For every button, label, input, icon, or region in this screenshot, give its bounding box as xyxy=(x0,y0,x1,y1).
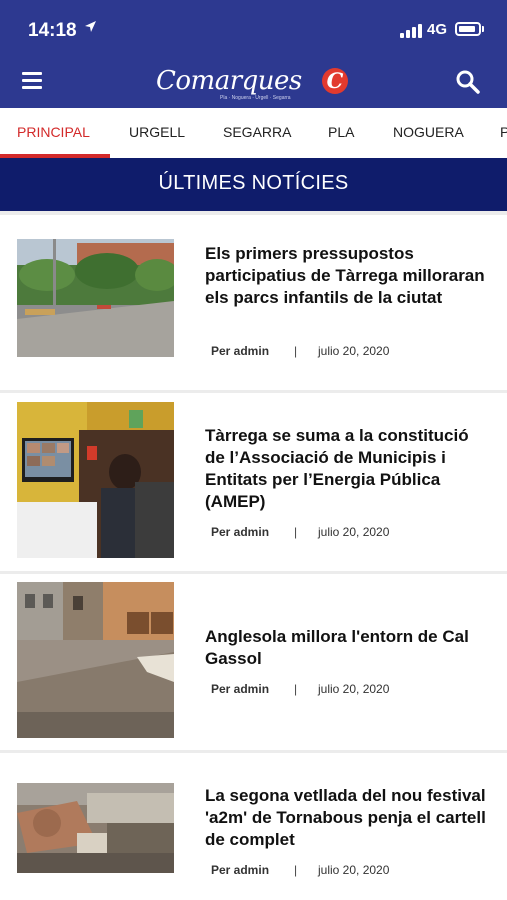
article-date: julio 20, 2020 xyxy=(318,525,390,539)
signal-bars-icon xyxy=(400,24,422,38)
article-meta: Per admin | julio 20, 2020 xyxy=(211,344,389,358)
article-card[interactable]: La segona vetllada del nou festival 'a2m… xyxy=(0,753,507,900)
status-time: 14:18 xyxy=(28,20,77,41)
tab-pla[interactable]: PLA xyxy=(328,108,354,158)
section-title: ÚLTIMES NOTÍCIES xyxy=(0,158,507,211)
logo[interactable]: Comarques Pla · Noguera · Urgell · Segar… xyxy=(156,64,356,104)
article-card[interactable]: Anglesola millora l'entorn de Cal Gassol… xyxy=(0,574,507,750)
article-title[interactable]: Els primers pressupostos participatius d… xyxy=(205,243,490,309)
navigation-bar: Comarques Pla · Noguera · Urgell · Segar… xyxy=(0,60,507,108)
article-title[interactable]: Anglesola millora l'entorn de Cal Gassol xyxy=(205,626,490,670)
article-author[interactable]: Per admin xyxy=(211,863,269,877)
logo-mark: C xyxy=(322,68,348,94)
article-date: julio 20, 2020 xyxy=(318,863,390,877)
article-card[interactable]: Els primers pressupostos participatius d… xyxy=(0,215,507,390)
battery-icon xyxy=(455,22,481,36)
status-bar: 14:18 4G xyxy=(0,0,507,60)
article-author[interactable]: Per admin xyxy=(211,682,269,696)
tab-urgell[interactable]: URGELL xyxy=(129,108,185,158)
article-title[interactable]: La segona vetllada del nou festival 'a2m… xyxy=(205,785,490,851)
logo-text: Comarques xyxy=(156,66,302,96)
article-date: julio 20, 2020 xyxy=(318,682,390,696)
meta-separator: | xyxy=(294,682,298,696)
tab-segarra[interactable]: SEGARRA xyxy=(223,108,291,158)
logo-tagline: Pla · Noguera · Urgell · Segarra xyxy=(220,95,291,101)
top-app-bar: 14:18 4G Comarques Pla · Noguera · Urgel… xyxy=(0,0,507,108)
meta-separator: | xyxy=(294,525,298,539)
meta-separator: | xyxy=(294,863,298,877)
article-thumbnail-playground[interactable] xyxy=(17,239,174,357)
article-author[interactable]: Per admin xyxy=(211,525,269,539)
article-thumbnail-cal-gassol[interactable] xyxy=(17,582,174,738)
tab-next-partial[interactable]: P xyxy=(500,108,507,158)
tab-principal[interactable]: PRINCIPAL xyxy=(17,108,90,158)
article-thumbnail-videoconference[interactable] xyxy=(17,402,174,558)
article-meta: Per admin | julio 20, 2020 xyxy=(211,525,389,539)
article-meta: Per admin | julio 20, 2020 xyxy=(211,863,389,877)
network-type: 4G xyxy=(427,21,448,38)
location-arrow-icon xyxy=(84,20,97,37)
article-author[interactable]: Per admin xyxy=(211,344,269,358)
search-icon[interactable] xyxy=(455,69,481,95)
article-date: julio 20, 2020 xyxy=(318,344,390,358)
tab-noguera[interactable]: NOGUERA xyxy=(393,108,464,158)
article-meta: Per admin | julio 20, 2020 xyxy=(211,682,389,696)
meta-separator: | xyxy=(294,344,298,358)
article-thumbnail-tornabous[interactable] xyxy=(17,783,174,873)
category-tabs: PRINCIPAL URGELL SEGARRA PLA NOGUERA P xyxy=(0,108,507,158)
hamburger-menu-icon[interactable] xyxy=(22,72,42,90)
article-card[interactable]: Tàrrega se suma a la constitució de l’As… xyxy=(0,393,507,571)
article-title[interactable]: Tàrrega se suma a la constitució de l’As… xyxy=(205,425,490,513)
